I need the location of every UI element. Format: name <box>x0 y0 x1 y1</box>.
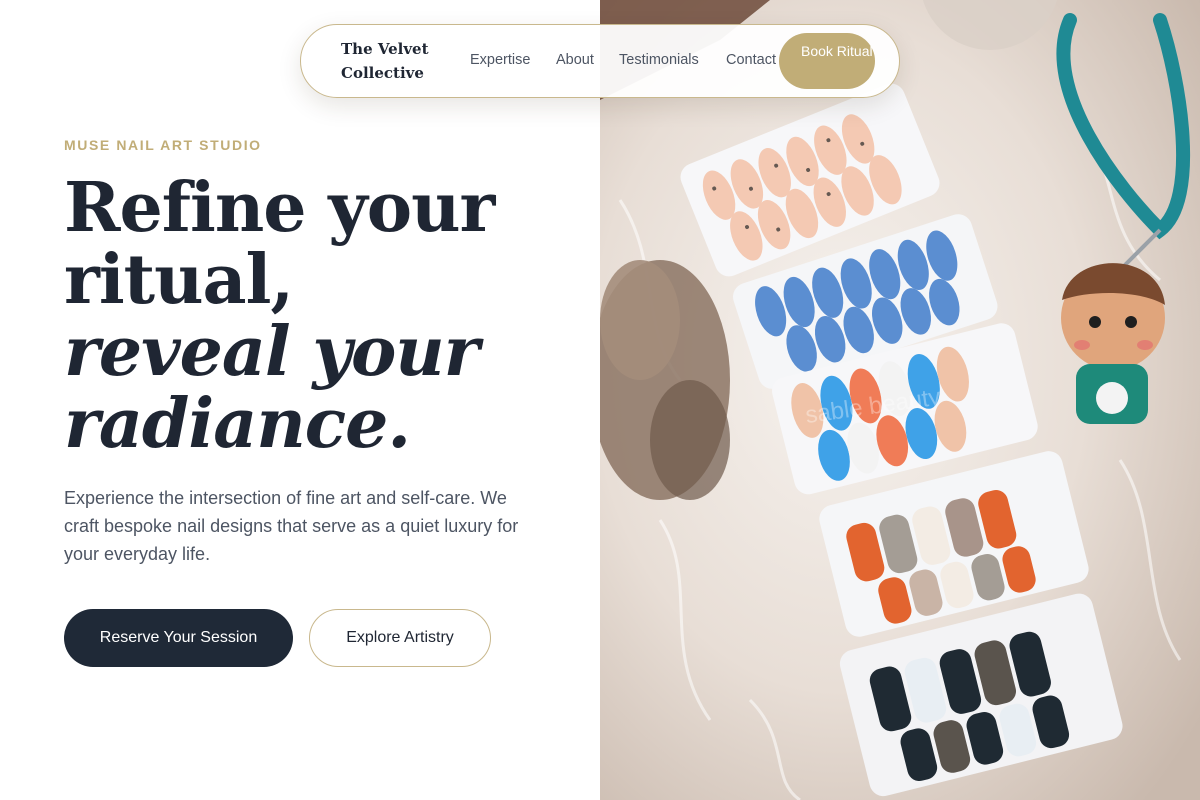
hero-eyebrow: MUSE NAIL ART STUDIO <box>64 137 262 153</box>
book-ritual-button[interactable]: Book Ritual <box>779 33 875 89</box>
nav-link-expertise[interactable]: Expertise <box>470 52 530 68</box>
hero-headline: Refine your ritual, reveal your radiance… <box>64 172 584 460</box>
nav-link-contact[interactable]: Contact <box>726 52 776 68</box>
headline-line-3: reveal your <box>64 312 480 392</box>
nail-sets-photo: sable beauty <box>600 0 1200 800</box>
hero-description: Experience the intersection of fine art … <box>64 488 519 564</box>
top-nav: The Velvet Collective Expertise About Te… <box>300 24 900 98</box>
headline-line-4: radiance. <box>64 384 411 464</box>
nav-link-about[interactable]: About <box>556 52 594 68</box>
explore-artistry-button[interactable]: Explore Artistry <box>309 609 491 667</box>
nav-link-testimonials[interactable]: Testimonials <box>619 52 699 68</box>
reserve-session-button[interactable]: Reserve Your Session <box>64 609 293 667</box>
headline-line-1: Refine your <box>64 168 495 248</box>
brand-logo[interactable]: The Velvet Collective <box>341 37 441 85</box>
headline-line-2: ritual, <box>64 240 294 320</box>
hero-image: sable beauty <box>600 0 1200 800</box>
